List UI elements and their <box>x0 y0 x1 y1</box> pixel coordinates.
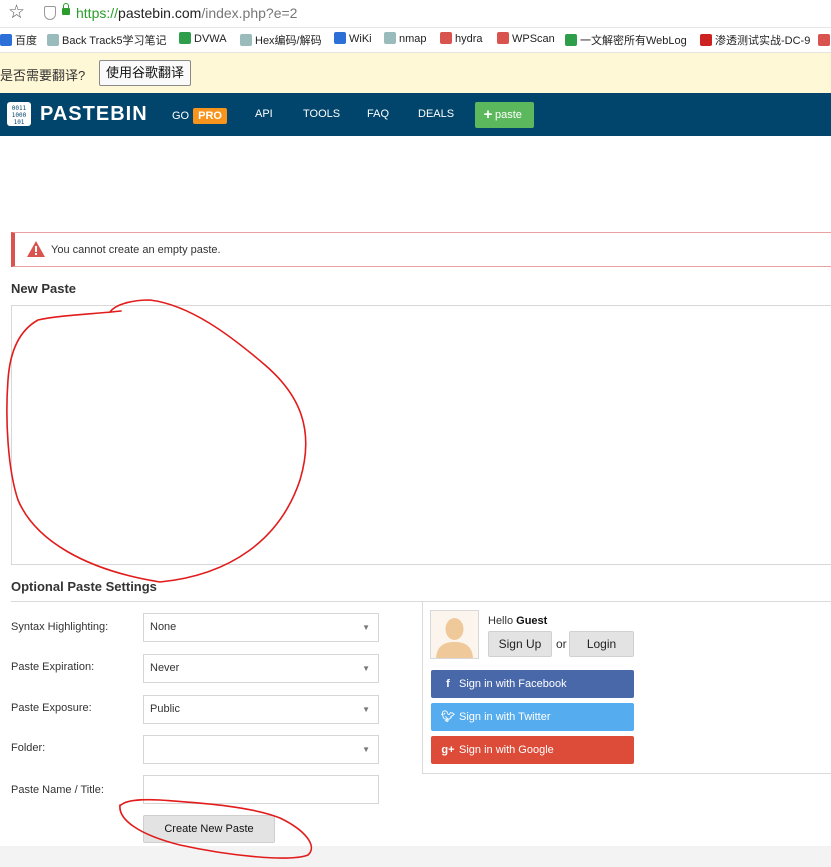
dropdown-arrow-icon: ▼ <box>362 623 370 632</box>
url-scheme: https:// <box>76 5 119 21</box>
create-new-paste-button[interactable]: Create New Paste <box>143 815 275 843</box>
translate-question: 是否需要翻译? <box>0 68 86 83</box>
twitter-icon: 🐦︎ <box>441 711 455 723</box>
expiration-label: Paste Expiration: <box>11 661 95 673</box>
paste-name-label: Paste Name / Title: <box>11 784 104 796</box>
nav-faq[interactable]: FAQ <box>367 108 389 120</box>
kali-icon <box>47 34 59 46</box>
svg-text:101: 101 <box>14 119 25 126</box>
login-button[interactable]: Login <box>569 631 634 657</box>
sign-up-button[interactable]: Sign Up <box>488 631 552 657</box>
exposure-label: Paste Exposure: <box>11 702 92 714</box>
plus-icon: + <box>483 106 493 123</box>
bookmark-hex[interactable]: Hex编码/解码 <box>240 32 322 48</box>
nav-go-pro[interactable]: GO PRO <box>172 108 227 124</box>
bookmark-nmap[interactable]: nmap <box>384 32 427 45</box>
svg-text:1000: 1000 <box>12 112 27 119</box>
google-plus-icon: g+ <box>441 744 455 756</box>
paste-content-textarea[interactable] <box>11 305 831 565</box>
translate-bar: 是否需要翻译? 使用谷歌翻译 <box>0 53 831 94</box>
twitter-signin-button[interactable]: 🐦︎ Sign in with Twitter <box>431 703 634 731</box>
syntax-label: Syntax Highlighting: <box>11 621 109 633</box>
bookmarks-bar: 百度 Back Track5学习笔记 DVWA Hex编码/解码 WiKi nm… <box>0 28 831 53</box>
new-paste-title: New Paste <box>11 281 77 296</box>
page-icon <box>179 32 191 44</box>
dropdown-arrow-icon: ▼ <box>362 745 370 754</box>
jian-icon <box>497 32 509 44</box>
dropdown-arrow-icon: ▼ <box>362 664 370 673</box>
nav-deals[interactable]: DEALS <box>418 108 454 120</box>
facebook-signin-button[interactable]: f Sign in with Facebook <box>431 670 634 698</box>
expiration-select[interactable]: Never ▼ <box>143 654 379 683</box>
avatar <box>430 610 479 659</box>
bookmark-dvwa[interactable]: DVWA <box>179 32 227 45</box>
lock-icon[interactable] <box>62 3 70 15</box>
page-icon <box>565 34 577 46</box>
bookmark-hydra[interactable]: hydra <box>440 32 483 45</box>
shield-icon[interactable] <box>44 6 56 20</box>
bookmark-wiki[interactable]: WiKi <box>334 32 372 45</box>
error-alert: You cannot create an empty paste. <box>11 232 831 267</box>
pro-badge: PRO <box>193 108 227 124</box>
translate-button[interactable]: 使用谷歌翻译 <box>99 60 192 86</box>
pastebin-logo-icon[interactable]: 0011 1000 101 <box>4 99 34 129</box>
optional-settings-title: Optional Paste Settings <box>11 579 157 594</box>
user-avatar-icon <box>431 611 478 658</box>
url-field[interactable]: https://pastebin.com/index.php?e=2 <box>76 5 297 21</box>
syntax-select[interactable]: None ▼ <box>143 613 379 642</box>
dropdown-arrow-icon: ▼ <box>362 705 370 714</box>
jian-icon <box>440 32 452 44</box>
facebook-icon: f <box>446 678 450 690</box>
nav-tools[interactable]: TOOLS <box>303 108 340 120</box>
url-path: /index.php?e=2 <box>201 5 298 21</box>
warning-icon <box>27 241 45 257</box>
logo-text[interactable]: PASTEBIN <box>40 103 148 126</box>
folder-select[interactable]: ▼ <box>143 735 379 764</box>
folder-label: Folder: <box>11 742 46 754</box>
bookmark-weblogic[interactable]: 一文解密所有WebLog <box>565 32 687 48</box>
alert-message: You cannot create an empty paste. <box>51 244 221 256</box>
exposure-select[interactable]: Public ▼ <box>143 695 379 724</box>
bookmark-star-icon[interactable]: ☆ <box>8 2 25 24</box>
csdn-icon <box>700 34 712 46</box>
site-header: 0011 1000 101 PASTEBIN GO PRO API TOOLS F… <box>0 93 831 136</box>
svg-text:0011: 0011 <box>12 105 27 112</box>
bookmark-wpscan[interactable]: WPScan <box>497 32 555 45</box>
browser-address-bar: ☆ https://pastebin.com/index.php?e=2 <box>0 0 831 28</box>
baidu-icon <box>0 34 12 46</box>
jian-icon <box>818 34 830 46</box>
google-signin-button[interactable]: g+ Sign in with Google <box>431 736 634 764</box>
wiki-icon <box>334 32 346 44</box>
page-icon <box>240 34 252 46</box>
kali-icon <box>384 32 396 44</box>
new-paste-button[interactable]: + paste <box>475 102 534 128</box>
nav-api[interactable]: API <box>255 108 273 120</box>
footer-strip <box>0 846 831 867</box>
bookmark-jian[interactable]: 简 <box>818 32 831 48</box>
or-text: or <box>556 637 567 651</box>
url-host: pastebin.com <box>118 5 202 21</box>
paste-name-input[interactable] <box>143 775 379 804</box>
bookmark-backtrack[interactable]: Back Track5学习笔记 <box>47 32 167 48</box>
bookmark-baidu[interactable]: 百度 <box>0 32 37 48</box>
hello-guest: Hello Guest <box>488 615 548 627</box>
bookmark-dc9[interactable]: 渗透测试实战-DC-9 <box>700 32 810 48</box>
